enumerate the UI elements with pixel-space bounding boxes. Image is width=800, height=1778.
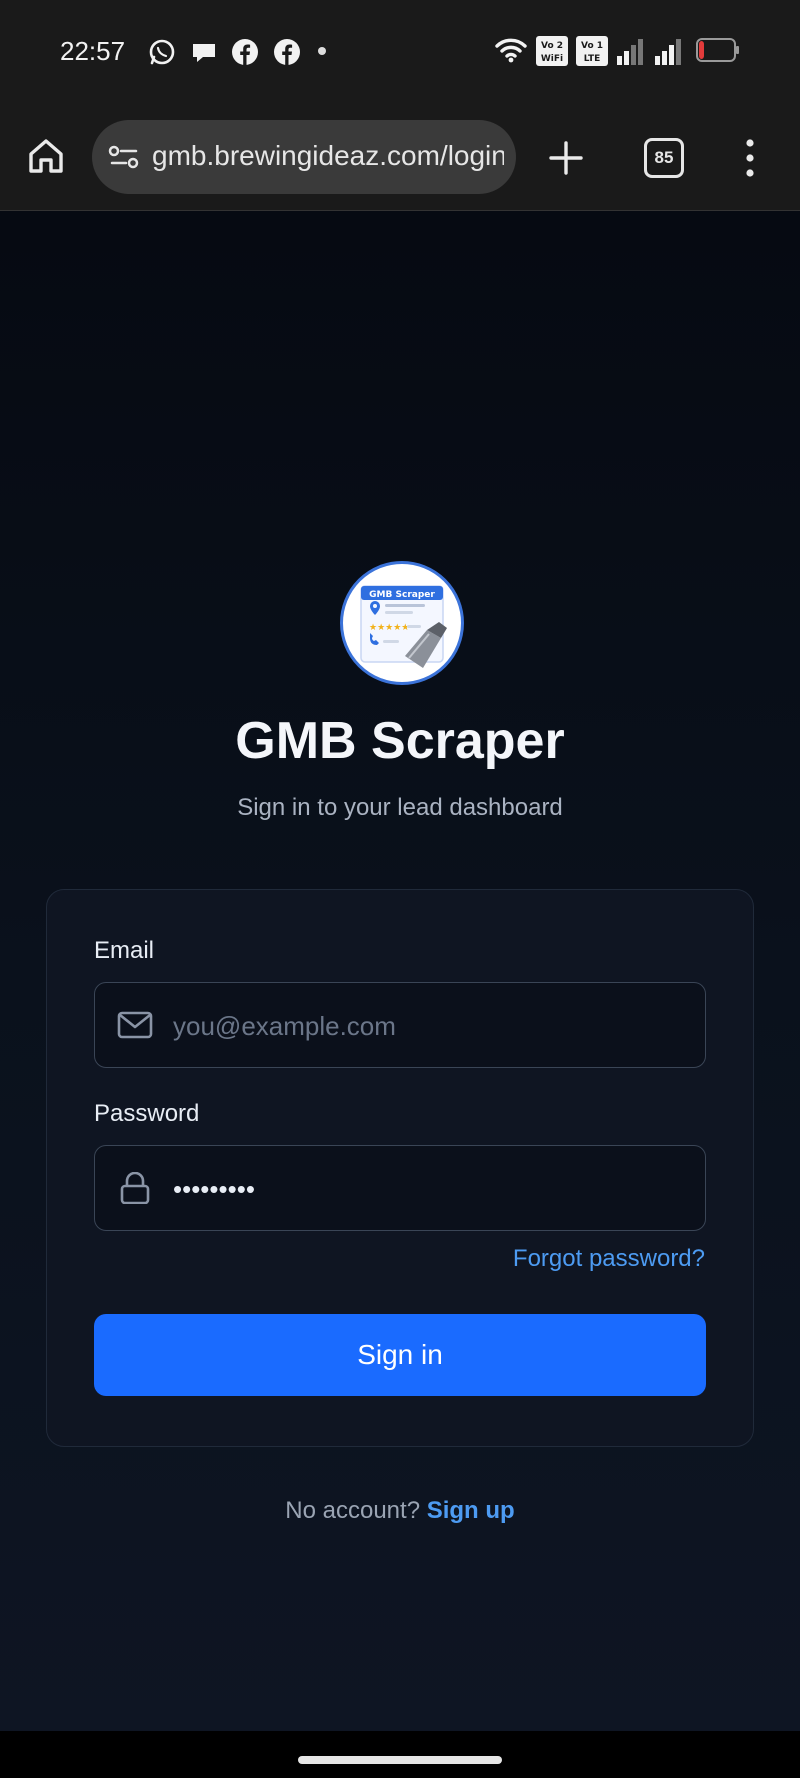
home-icon[interactable] xyxy=(26,136,66,176)
mail-icon xyxy=(117,1011,153,1039)
more-notifications-dot xyxy=(318,47,326,55)
sim2-label-top: Vo 1 xyxy=(581,41,603,51)
more-menu-icon[interactable] xyxy=(742,138,758,178)
password-input[interactable] xyxy=(171,1146,695,1232)
forgot-password-link[interactable]: Forgot password? xyxy=(513,1245,705,1273)
sim1-label-bottom: WiFi xyxy=(541,54,563,64)
svg-text:★★★★★: ★★★★★ xyxy=(369,623,409,633)
lock-icon xyxy=(120,1172,150,1204)
home-gesture-bar[interactable] xyxy=(298,1756,502,1764)
signup-prompt: No account? Sign up xyxy=(0,1497,800,1525)
address-bar[interactable]: gmb.brewingideaz.com/login xyxy=(92,120,516,194)
email-input[interactable] xyxy=(171,983,695,1069)
chat-bubble-icon xyxy=(193,44,215,62)
site-settings-icon[interactable] xyxy=(108,143,140,171)
signal-strength-icon xyxy=(655,39,681,65)
url-text[interactable]: gmb.brewingideaz.com/login xyxy=(152,140,504,172)
sign-up-link[interactable]: Sign up xyxy=(427,1497,515,1524)
signal-strength-icon xyxy=(617,39,643,65)
password-label: Password xyxy=(94,1100,200,1127)
sim2-label-bottom: LTE xyxy=(584,54,601,64)
system-nav-bar xyxy=(0,1731,800,1778)
whatsapp-icon xyxy=(149,39,175,65)
logo-text: GMB Scraper xyxy=(369,590,435,600)
app-title: GMB Scraper xyxy=(235,712,565,770)
app-logo: GMB Scraper ★★★★★ xyxy=(340,561,464,685)
new-tab-icon[interactable] xyxy=(548,140,584,176)
battery-icon xyxy=(696,38,739,62)
wifi-icon xyxy=(495,38,527,63)
password-field[interactable] xyxy=(94,1145,706,1232)
login-card: Email Password Forgot password? Sign in xyxy=(46,889,754,1447)
email-label: Email xyxy=(94,937,155,964)
sign-in-button[interactable]: Sign in xyxy=(94,1314,706,1396)
sim1-label-top: Vo 2 xyxy=(541,41,563,51)
volte-lte-badge: Vo 1 LTE xyxy=(576,36,608,66)
email-field[interactable] xyxy=(94,982,706,1069)
tab-switcher-button[interactable]: 85 xyxy=(644,138,684,178)
volte-wifi-badge: Vo 2 WiFi xyxy=(536,36,568,66)
facebook-icon xyxy=(232,39,258,65)
login-page: GMB Scraper ★★★★★ GMB Scraper Sign in to… xyxy=(0,211,800,1731)
facebook-icon xyxy=(274,39,300,65)
status-time: 22:57 xyxy=(60,36,126,66)
status-bar: 22:57 Vo 2 WiFi Vo 1 LTE xyxy=(0,0,800,104)
gmb-scraper-logo-image: GMB Scraper ★★★★★ xyxy=(360,585,447,668)
browser-toolbar: gmb.brewingideaz.com/login 85 xyxy=(0,104,800,211)
app-subtitle: Sign in to your lead dashboard xyxy=(237,794,563,821)
signup-prompt-text: No account? xyxy=(285,1497,421,1524)
